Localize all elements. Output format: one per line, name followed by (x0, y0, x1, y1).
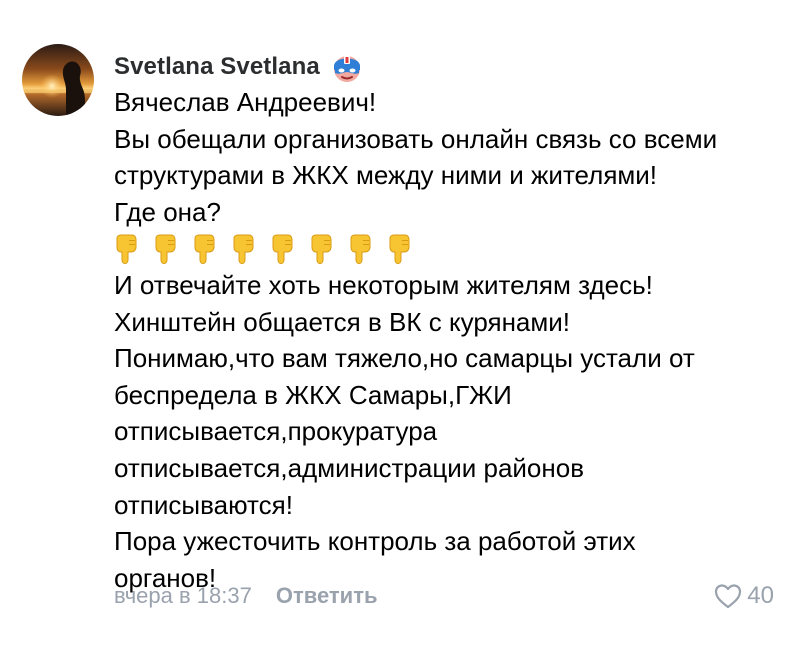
comment-line: отписывается,прокуратура (114, 416, 438, 447)
pointing-down-hand-icon (389, 234, 410, 264)
comment-line: беспредела в ЖКХ Самары,ГЖИ (114, 379, 512, 410)
comment-line: И отвечайте хоть некоторым жителям здесь… (114, 269, 653, 300)
comment: Svetlana Svetlana Вячеслав Андреевич! Вы… (0, 0, 800, 646)
comment-line: структурами в ЖКХ между ними и жителями! (114, 160, 658, 191)
like-count: 40 (747, 582, 774, 609)
timestamp[interactable]: вчера в 18:37 (114, 583, 252, 609)
comment-line: Хинштейн общается в ВК с курянами! (114, 306, 571, 337)
heart-icon (715, 584, 742, 609)
comment-line: Пора ужесточить контроль за работой этих (114, 526, 636, 557)
reply-button[interactable]: Ответить (276, 583, 378, 609)
comment-line: Вячеслав Андреевич! (114, 87, 377, 117)
pointing-down-hand-icon (233, 234, 254, 264)
like-button[interactable]: 40 (713, 580, 774, 612)
author-name[interactable]: Svetlana Svetlana (114, 53, 320, 81)
pointing-down-hand-icon (155, 234, 176, 264)
pointing-down-hand-icon (311, 234, 332, 264)
superhero-mask-icon (333, 56, 360, 82)
author-row: Svetlana Svetlana (114, 50, 364, 84)
avatar[interactable] (22, 44, 94, 116)
comment-footer: вчера в 18:37 Ответить 40 (114, 580, 774, 612)
pointing-down-hand-icon (350, 234, 371, 264)
comment-line: отписываются! (114, 489, 293, 520)
comment-line: Вы обещали организовать онлайн связь со … (114, 123, 718, 154)
comment-line: Понимаю,что вам тяжело,но самарцы устали… (114, 343, 695, 374)
pointing-down-hand-icon (116, 234, 137, 264)
comment-line: отписывается,администрации районов (114, 452, 585, 483)
sunset-photo-icon (22, 44, 94, 116)
comment-text: Вячеслав Андреевич! Вы обещали организов… (114, 84, 784, 596)
comment-line: Где она? (114, 196, 221, 227)
pointing-down-hand-icon (194, 234, 215, 264)
emoji-row (114, 230, 784, 267)
pointing-down-hand-icon (272, 234, 293, 264)
